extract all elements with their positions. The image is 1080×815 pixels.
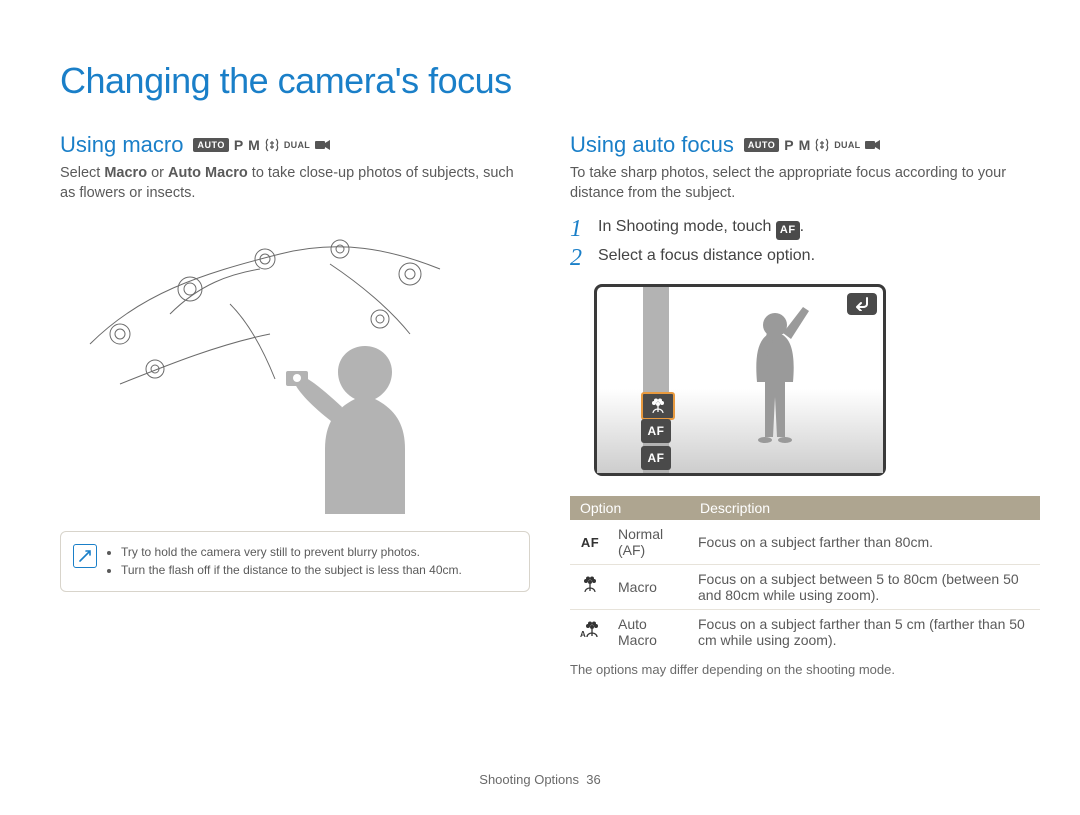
focus-options-table: Option Description AF Normal (AF) Focus … <box>570 496 1040 654</box>
using-macro-intro: Select Macro or Auto Macro to take close… <box>60 164 530 203</box>
option-desc: Focus on a subject farther than 80cm. <box>690 520 1040 565</box>
table-row: A Auto Macro Focus on a subject farther … <box>570 609 1040 654</box>
mode-dual-icon: DUAL <box>834 140 860 150</box>
mode-auto-icon: AUTO <box>193 138 228 152</box>
using-macro-heading: Using macro AUTO P M DUAL <box>60 132 530 158</box>
option-name: Auto Macro <box>610 609 690 654</box>
steps-list: In Shooting mode, touch AF. Select a foc… <box>570 215 1040 268</box>
table-row: Macro Focus on a subject between 5 to 80… <box>570 564 1040 609</box>
using-macro-heading-text: Using macro <box>60 132 183 158</box>
option-desc: Focus on a subject farther than 5 cm (fa… <box>690 609 1040 654</box>
screen-af-option: AF <box>641 419 671 443</box>
left-column: Using macro AUTO P M DUAL Select Macro o… <box>60 132 530 677</box>
mode-dual-icon: DUAL <box>284 140 310 150</box>
macro-icon <box>570 564 610 609</box>
page-footer: Shooting Options 36 <box>0 772 1080 787</box>
mode-icons-left: AUTO P M DUAL <box>193 137 331 153</box>
right-column: Using auto focus AUTO P M DUAL To take s… <box>570 132 1040 677</box>
step-2: Select a focus distance option. <box>570 244 1040 268</box>
table-row: AF Normal (AF) Focus on a subject farthe… <box>570 520 1040 565</box>
step-1: In Shooting mode, touch AF. <box>570 215 1040 240</box>
screen-back-button <box>847 293 877 315</box>
mode-icons-right: AUTO P M DUAL <box>744 137 882 153</box>
mode-antishake-icon <box>815 138 829 152</box>
page-title: Changing the camera's focus <box>60 60 1020 102</box>
tip-box: Try to hold the camera very still to pre… <box>60 531 530 591</box>
mode-movie-icon <box>315 138 331 152</box>
macro-illustration <box>60 209 530 519</box>
option-name: Macro <box>610 564 690 609</box>
using-auto-focus-intro: To take sharp photos, select the appropr… <box>570 164 1040 203</box>
tip-item: Turn the flash off if the distance to th… <box>121 562 515 578</box>
screen-macro-option <box>641 392 675 420</box>
mode-p-icon: P <box>234 137 243 153</box>
normal-af-icon: AF <box>581 535 599 550</box>
using-auto-focus-heading: Using auto focus AUTO P M DUAL <box>570 132 1040 158</box>
table-header-option: Option <box>570 496 690 520</box>
table-footnote: The options may differ depending on the … <box>570 662 1040 677</box>
svg-text:A: A <box>580 630 586 639</box>
auto-macro-icon: A <box>570 609 610 654</box>
mode-auto-icon: AUTO <box>744 138 779 152</box>
footer-section: Shooting Options <box>479 772 579 787</box>
using-auto-focus-heading-text: Using auto focus <box>570 132 734 158</box>
mode-m-icon: M <box>799 137 811 153</box>
screen-af-option-2: AF <box>641 446 671 470</box>
tip-item: Try to hold the camera very still to pre… <box>121 544 515 560</box>
option-name: Normal (AF) <box>610 520 690 565</box>
option-desc: Focus on a subject between 5 to 80cm (be… <box>690 564 1040 609</box>
footer-page-number: 36 <box>586 772 600 787</box>
mode-m-icon: M <box>248 137 260 153</box>
camera-screen: AF AF <box>594 284 886 476</box>
mode-movie-icon <box>865 138 881 152</box>
mode-p-icon: P <box>784 137 793 153</box>
mode-antishake-icon <box>265 138 279 152</box>
af-icon: AF <box>776 221 800 240</box>
table-header-description: Description <box>690 496 1040 520</box>
note-icon <box>73 544 97 568</box>
